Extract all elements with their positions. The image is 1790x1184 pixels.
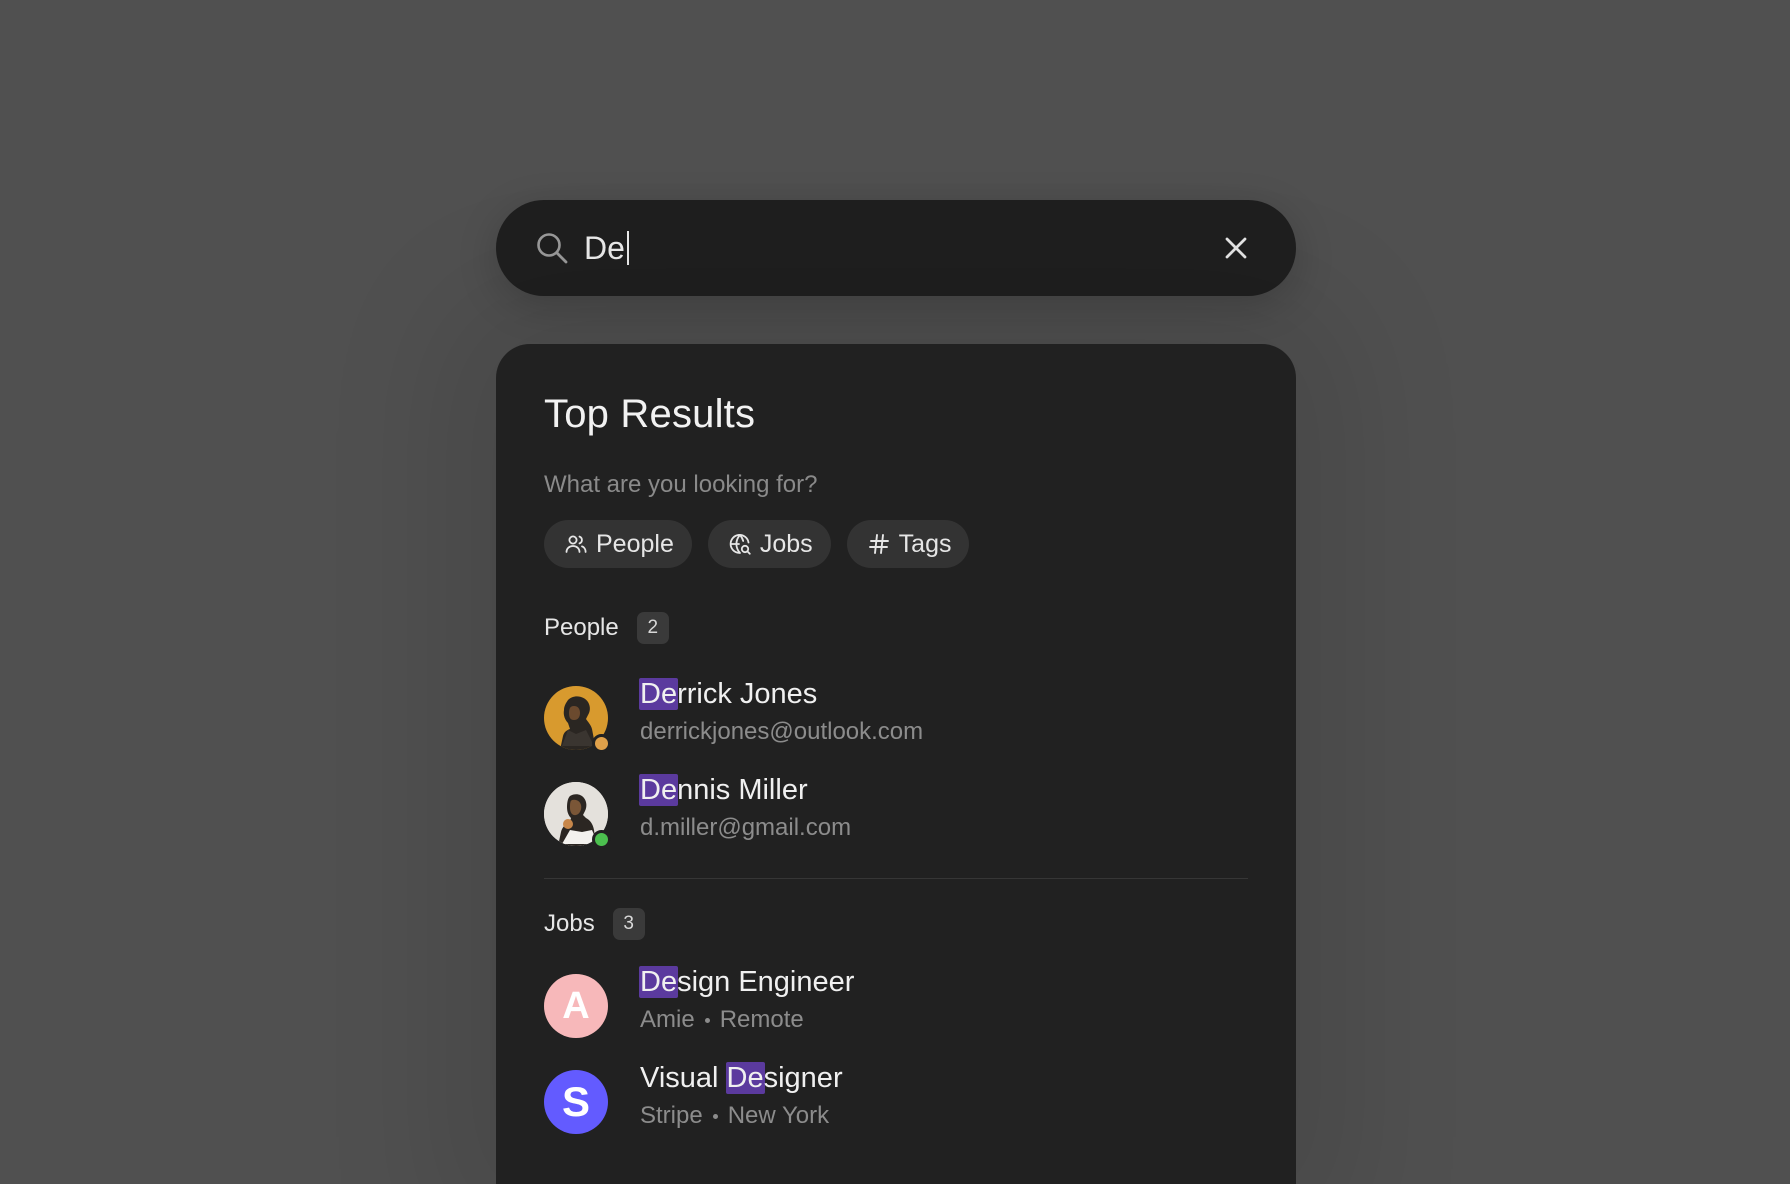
job-location: Remote	[719, 1006, 804, 1033]
job-title-rest: signer	[763, 1062, 843, 1094]
jobs-count-badge: 3	[612, 908, 645, 940]
job-title-prefix: Visual	[640, 1062, 727, 1094]
filter-chips: People Jobs Tags	[544, 520, 970, 568]
person-result-derrick[interactable]: Derrick Jones derrickjones@outlook.com	[544, 678, 1248, 762]
match-highlight: De	[639, 678, 679, 710]
match-highlight: De	[639, 966, 679, 998]
person-name: Derrick Jones	[639, 678, 818, 711]
text-caret	[626, 230, 629, 265]
person-email: derrickjones@outlook.com	[640, 718, 924, 745]
amie-logo-icon: A	[544, 974, 608, 1038]
section-divider	[544, 878, 1248, 879]
person-result-dennis[interactable]: Dennis Miller d.miller@gmail.com	[544, 774, 1248, 858]
job-meta: Stripe New York	[640, 1102, 829, 1130]
job-company: Amie	[640, 1006, 695, 1033]
match-highlight: De	[639, 774, 679, 806]
status-away-indicator	[592, 734, 611, 753]
filter-tags-button[interactable]: Tags	[846, 520, 970, 568]
filter-people-label: People	[596, 529, 674, 558]
dot-separator	[712, 1114, 718, 1120]
people-section-header: People 2	[544, 612, 669, 644]
company-logo: S	[544, 1070, 608, 1134]
person-email: d.miller@gmail.com	[640, 814, 852, 841]
avatar	[544, 782, 611, 849]
stripe-logo-icon: S	[544, 1070, 608, 1134]
search-input[interactable]: De	[584, 200, 629, 296]
people-icon	[565, 535, 587, 553]
people-count-badge: 2	[636, 612, 669, 644]
close-icon[interactable]	[1216, 228, 1256, 268]
person-name: Dennis Miller	[639, 774, 808, 807]
panel-subtitle: What are you looking for?	[544, 471, 818, 498]
hash-icon	[868, 534, 889, 554]
job-result-design-engineer[interactable]: A Design Engineer Amie Remote	[544, 966, 1248, 1050]
jobs-section-header: Jobs 3	[544, 908, 645, 940]
job-title: Visual Designer	[640, 1062, 843, 1095]
job-title: Design Engineer	[639, 966, 855, 999]
job-meta: Amie Remote	[640, 1006, 804, 1034]
people-section-label: People	[544, 614, 619, 641]
job-location: New York	[727, 1102, 830, 1129]
match-highlight: De	[725, 1062, 765, 1094]
search-bar[interactable]: De	[496, 200, 1296, 296]
jobs-section-label: Jobs	[544, 910, 595, 937]
job-company: Stripe	[640, 1102, 703, 1129]
filter-jobs-label: Jobs	[759, 529, 813, 558]
filter-people-button[interactable]: People	[544, 520, 692, 568]
results-panel: Top Results What are you looking for? Pe…	[496, 344, 1296, 1184]
filter-tags-label: Tags	[898, 529, 952, 558]
search-icon	[537, 233, 568, 264]
status-online-indicator	[592, 830, 611, 849]
avatar	[544, 686, 611, 753]
job-result-visual-designer[interactable]: S Visual Designer Stripe New York	[544, 1062, 1248, 1146]
panel-title: Top Results	[544, 392, 756, 436]
company-logo: A	[544, 974, 608, 1038]
person-name-rest: rrick Jones	[677, 678, 818, 710]
person-name-rest: nnis Miller	[677, 774, 808, 806]
job-title-rest: sign Engineer	[677, 966, 855, 998]
globe-search-icon	[729, 534, 751, 555]
dot-separator	[704, 1018, 710, 1024]
filter-jobs-button[interactable]: Jobs	[707, 520, 831, 568]
